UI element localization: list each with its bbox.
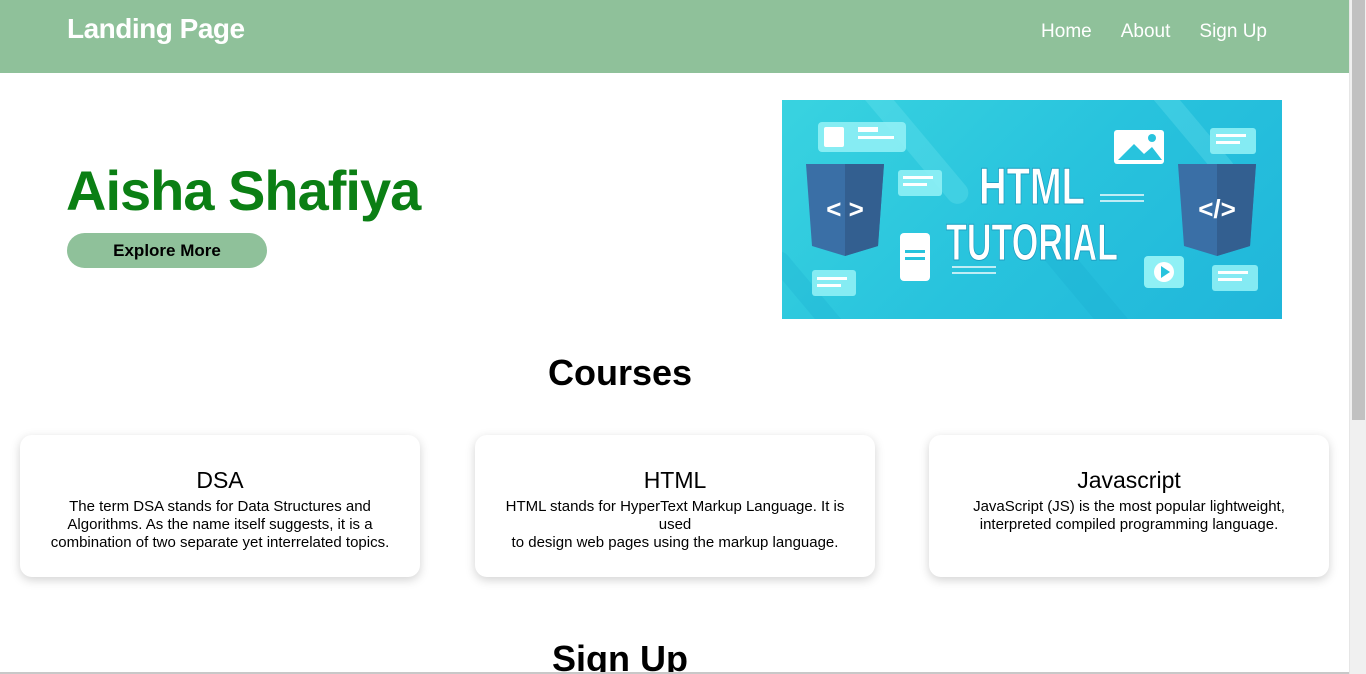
- banner-illustration: < > </> HTML TUTORIAL: [782, 100, 1258, 319]
- course-card-dsa[interactable]: DSA The term DSA stands for Data Structu…: [20, 435, 420, 577]
- html-tutorial-banner: < > </> HTML TUTORIAL: [782, 100, 1282, 319]
- code-badge-left: < >: [806, 164, 884, 256]
- nav-link-signup[interactable]: Sign Up: [1199, 21, 1267, 43]
- landing-page: Landing Page Home About Sign Up Aisha Sh…: [0, 0, 1349, 674]
- description-line: to design web pages using the markup lan…: [511, 534, 839, 551]
- course-title: HTML: [643, 467, 707, 493]
- nav-link-home[interactable]: Home: [1041, 21, 1092, 43]
- course-title: DSA: [196, 467, 244, 493]
- vertical-scrollbar[interactable]: [1349, 0, 1366, 674]
- course-card-javascript[interactable]: Javascript JavaScript (JS) is the most p…: [929, 435, 1329, 577]
- signup-title: Sign Up: [552, 638, 688, 674]
- description-line: JavaScript (JS) is the most popular ligh…: [973, 498, 1285, 515]
- right-badge-text: </>: [1198, 194, 1236, 224]
- description-line: The term DSA stands for Data Structures …: [69, 498, 371, 515]
- brand-logo[interactable]: Landing Page: [67, 13, 245, 45]
- course-description: JavaScript (JS) is the most popular ligh…: [947, 498, 1311, 534]
- scrollbar-thumb[interactable]: [1352, 0, 1365, 420]
- courses-title: Courses: [547, 352, 693, 393]
- play-icon: [1144, 256, 1184, 288]
- course-card-html[interactable]: HTML HTML stands for HyperText Markup La…: [475, 435, 875, 577]
- course-description: The term DSA stands for Data Structures …: [38, 498, 402, 552]
- navbar: Landing Page Home About Sign Up: [0, 0, 1349, 73]
- banner-title-line1: HTML: [979, 158, 1085, 216]
- image-icon: [1114, 130, 1164, 164]
- description-line: combination of two separate yet interrel…: [50, 534, 390, 551]
- course-description: HTML stands for HyperText Markup Languag…: [493, 498, 857, 552]
- course-title: Javascript: [1077, 467, 1181, 493]
- nav-links: Home About Sign Up: [1041, 21, 1267, 43]
- banner-title-line2: TUTORIAL: [946, 214, 1118, 272]
- left-badge-text: < >: [826, 194, 864, 224]
- description-line: HTML stands for HyperText Markup Languag…: [505, 498, 845, 533]
- nav-link-about[interactable]: About: [1121, 21, 1171, 43]
- explore-more-button[interactable]: Explore More: [67, 233, 267, 268]
- description-line: Algorithms. As the name itself suggests,…: [67, 516, 373, 533]
- hero-name: Aisha Shafiya: [66, 159, 421, 222]
- code-badge-right: </>: [1178, 164, 1256, 256]
- description-line: interpreted compiled programming languag…: [979, 516, 1279, 533]
